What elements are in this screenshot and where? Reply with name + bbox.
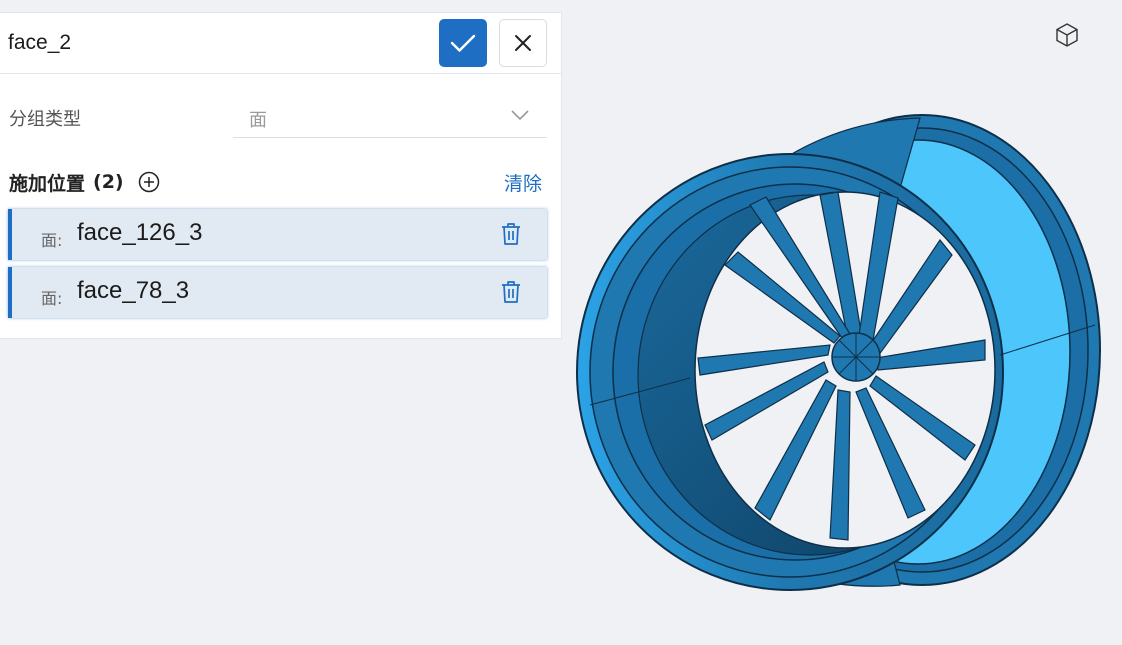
group-type-value: 面 [249,110,267,131]
locations-count: (2) [93,171,124,193]
location-item[interactable]: 面: face_78_3 [8,267,547,318]
cancel-button[interactable] [499,19,547,67]
cube-icon[interactable] [1054,22,1080,48]
trash-icon[interactable] [498,221,524,247]
location-type-prefix: 面: [41,231,63,250]
group-type-label: 分组类型 [9,109,81,130]
location-name: face_78_3 [77,277,190,304]
trash-icon[interactable] [498,279,524,305]
group-type-select[interactable]: 面 [233,97,547,138]
group-edit-panel: 分组类型 面 施加位置 (2) 清除 面: face_126_3 面: face… [0,12,562,339]
location-type-prefix: 面: [41,289,63,308]
chevron-down-icon [511,110,529,121]
close-icon [515,35,531,51]
plus-circle-icon[interactable] [138,171,160,193]
confirm-button[interactable] [439,19,487,67]
group-name-input[interactable] [8,26,428,60]
location-name: face_126_3 [77,219,203,246]
name-row [0,13,561,74]
locations-title: 施加位置 [9,172,86,195]
check-icon [450,34,476,52]
location-item[interactable]: 面: face_126_3 [8,209,547,260]
clear-button[interactable]: 清除 [504,169,542,196]
locations-header: 施加位置 (2) [9,169,160,195]
